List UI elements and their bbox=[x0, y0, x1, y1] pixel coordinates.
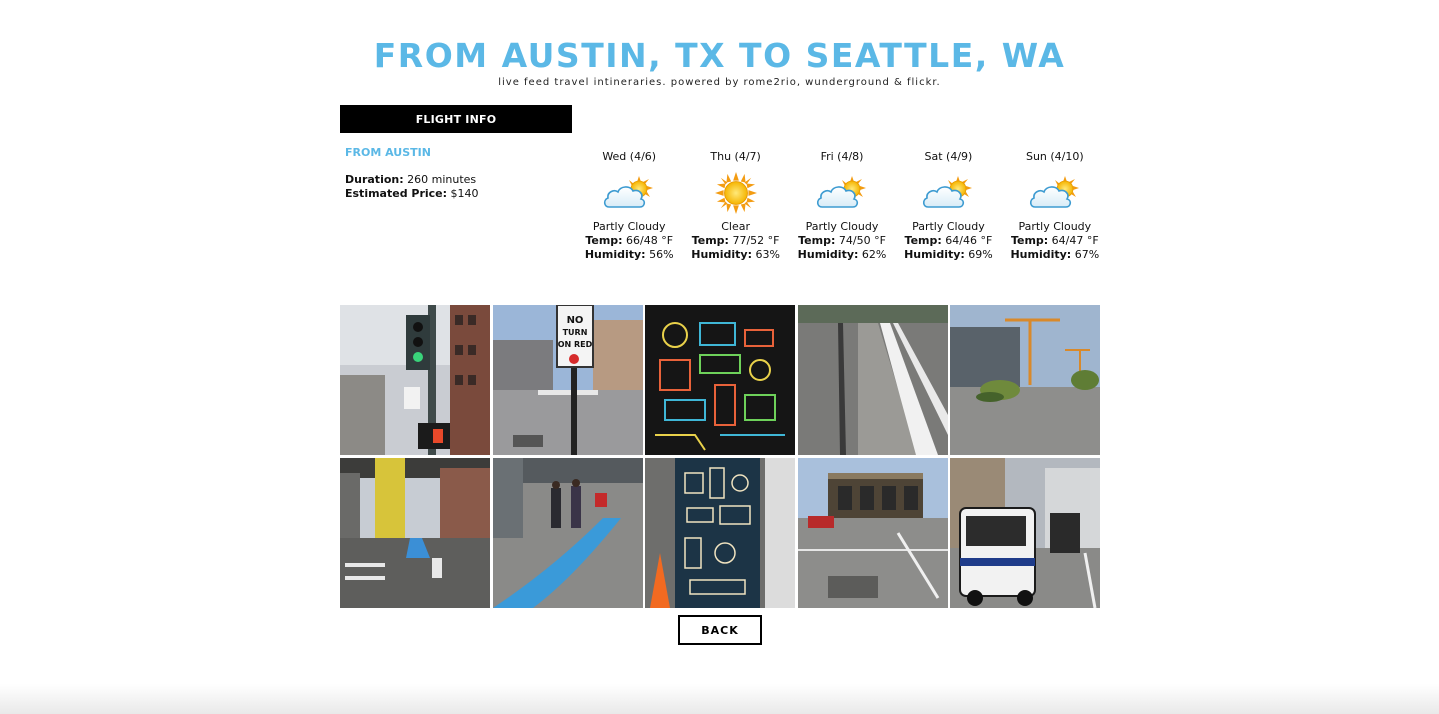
day-name: Fri (4/8) bbox=[820, 150, 864, 163]
gallery-photo[interactable] bbox=[797, 458, 948, 608]
humidity-value: 56% bbox=[645, 248, 674, 261]
svg-text:TURN: TURN bbox=[562, 328, 587, 337]
price-value: $140 bbox=[447, 187, 479, 200]
temp-value: 64/46 °F bbox=[941, 234, 993, 247]
condition: Partly Cloudy bbox=[1018, 220, 1092, 233]
humidity-label: Humidity: bbox=[797, 248, 859, 261]
gallery-photo[interactable] bbox=[645, 305, 795, 455]
forecast-day-1: Wed (4/6) Partly Cloudy Temp: 66/48 °F H… bbox=[576, 150, 682, 262]
photo-gallery: NO TURN ON RED bbox=[340, 305, 1100, 608]
temp-row: Temp: 74/50 °F bbox=[789, 234, 895, 248]
origin-label: FROM AUSTIN bbox=[345, 146, 431, 159]
temp-row: Temp: 66/48 °F bbox=[576, 234, 682, 248]
gallery-photo[interactable] bbox=[797, 305, 948, 455]
flight-info-tab[interactable]: FLIGHT INFO bbox=[340, 105, 572, 133]
humidity-value: 67% bbox=[1071, 248, 1100, 261]
forecast-day-3: Fri (4/8) Partly Cloudy Temp: 74/50 °F H… bbox=[789, 150, 895, 262]
temp-label: Temp: bbox=[1010, 234, 1049, 247]
humidity-label: Humidity: bbox=[904, 248, 965, 261]
temp-label: Temp: bbox=[798, 234, 836, 247]
humidity-row: Humidity: 63% bbox=[682, 248, 788, 262]
condition: Partly Cloudy bbox=[592, 220, 666, 233]
sun-icon bbox=[682, 172, 788, 214]
humidity-label: Humidity: bbox=[584, 248, 646, 261]
forecast-day-5: Sun (4/10) Partly Cloudy Temp: 64/47 °F … bbox=[1002, 150, 1108, 262]
day-name: Sun (4/10) bbox=[1025, 150, 1084, 163]
humidity-label: Humidity: bbox=[1010, 248, 1072, 261]
gallery-photo[interactable] bbox=[950, 305, 1100, 455]
partly-cloudy-icon bbox=[789, 172, 895, 214]
weather-forecast: Wed (4/6) Partly Cloudy Temp: 66/48 °F H… bbox=[576, 150, 1108, 262]
day-name: Thu (4/7) bbox=[710, 150, 761, 163]
duration-value: 260 minutes bbox=[403, 173, 477, 186]
day-name: Sat (4/9) bbox=[924, 150, 973, 163]
svg-text:ON RED: ON RED bbox=[557, 340, 592, 349]
humidity-value: 69% bbox=[964, 248, 993, 261]
temp-value: 66/48 °F bbox=[622, 234, 674, 247]
temp-value: 64/47 °F bbox=[1048, 234, 1099, 247]
partly-cloudy-icon bbox=[576, 172, 682, 214]
gallery-photo[interactable]: NO TURN ON RED bbox=[492, 305, 643, 455]
forecast-day-4: Sat (4/9) Partly Cloudy Temp: 64/46 °F H… bbox=[895, 150, 1001, 262]
condition: Partly Cloudy bbox=[805, 220, 879, 233]
temp-label: Temp: bbox=[585, 234, 623, 247]
temp-value: 77/52 °F bbox=[728, 234, 780, 247]
gallery-photo[interactable] bbox=[340, 305, 490, 455]
temp-label: Temp: bbox=[691, 234, 729, 247]
condition: Partly Cloudy bbox=[912, 220, 985, 233]
humidity-row: Humidity: 62% bbox=[789, 248, 895, 262]
temp-value: 74/50 °F bbox=[835, 234, 886, 247]
humidity-row: Humidity: 67% bbox=[1002, 248, 1108, 262]
humidity-value: 62% bbox=[858, 248, 887, 261]
gallery-photo[interactable] bbox=[950, 458, 1100, 608]
forecast-day-2: Thu (4/7) Clear Temp: 77/52 °F Humidity:… bbox=[682, 150, 788, 262]
flight-details: Duration: 260 minutes Estimated Price: $… bbox=[345, 173, 479, 201]
humidity-value: 63% bbox=[752, 248, 780, 261]
temp-label: Temp: bbox=[904, 234, 942, 247]
price-row: Estimated Price: $140 bbox=[345, 187, 479, 201]
condition: Clear bbox=[721, 220, 750, 233]
humidity-row: Humidity: 56% bbox=[576, 248, 682, 262]
partly-cloudy-icon bbox=[895, 172, 1001, 214]
partly-cloudy-icon bbox=[1002, 172, 1108, 214]
gallery-photo[interactable] bbox=[340, 458, 490, 608]
bottom-shade bbox=[0, 684, 1439, 714]
page-subtitle: live feed travel intineraries. powered b… bbox=[498, 77, 941, 88]
duration-row: Duration: 260 minutes bbox=[345, 173, 479, 187]
duration-label: Duration: bbox=[345, 173, 404, 186]
humidity-row: Humidity: 69% bbox=[895, 248, 1001, 262]
temp-row: Temp: 64/47 °F bbox=[1002, 234, 1108, 248]
price-label: Estimated Price: bbox=[345, 187, 448, 200]
temp-row: Temp: 64/46 °F bbox=[895, 234, 1001, 248]
page-title: FROM AUSTIN, TX TO SEATTLE, WA bbox=[373, 36, 1066, 75]
sign-text: NO bbox=[566, 315, 583, 326]
back-button[interactable]: BACK bbox=[678, 615, 762, 645]
humidity-label: Humidity: bbox=[691, 248, 752, 261]
temp-row: Temp: 77/52 °F bbox=[682, 234, 788, 248]
gallery-photo[interactable] bbox=[645, 458, 795, 608]
gallery-photo[interactable] bbox=[492, 458, 643, 608]
day-name: Wed (4/6) bbox=[602, 150, 657, 163]
